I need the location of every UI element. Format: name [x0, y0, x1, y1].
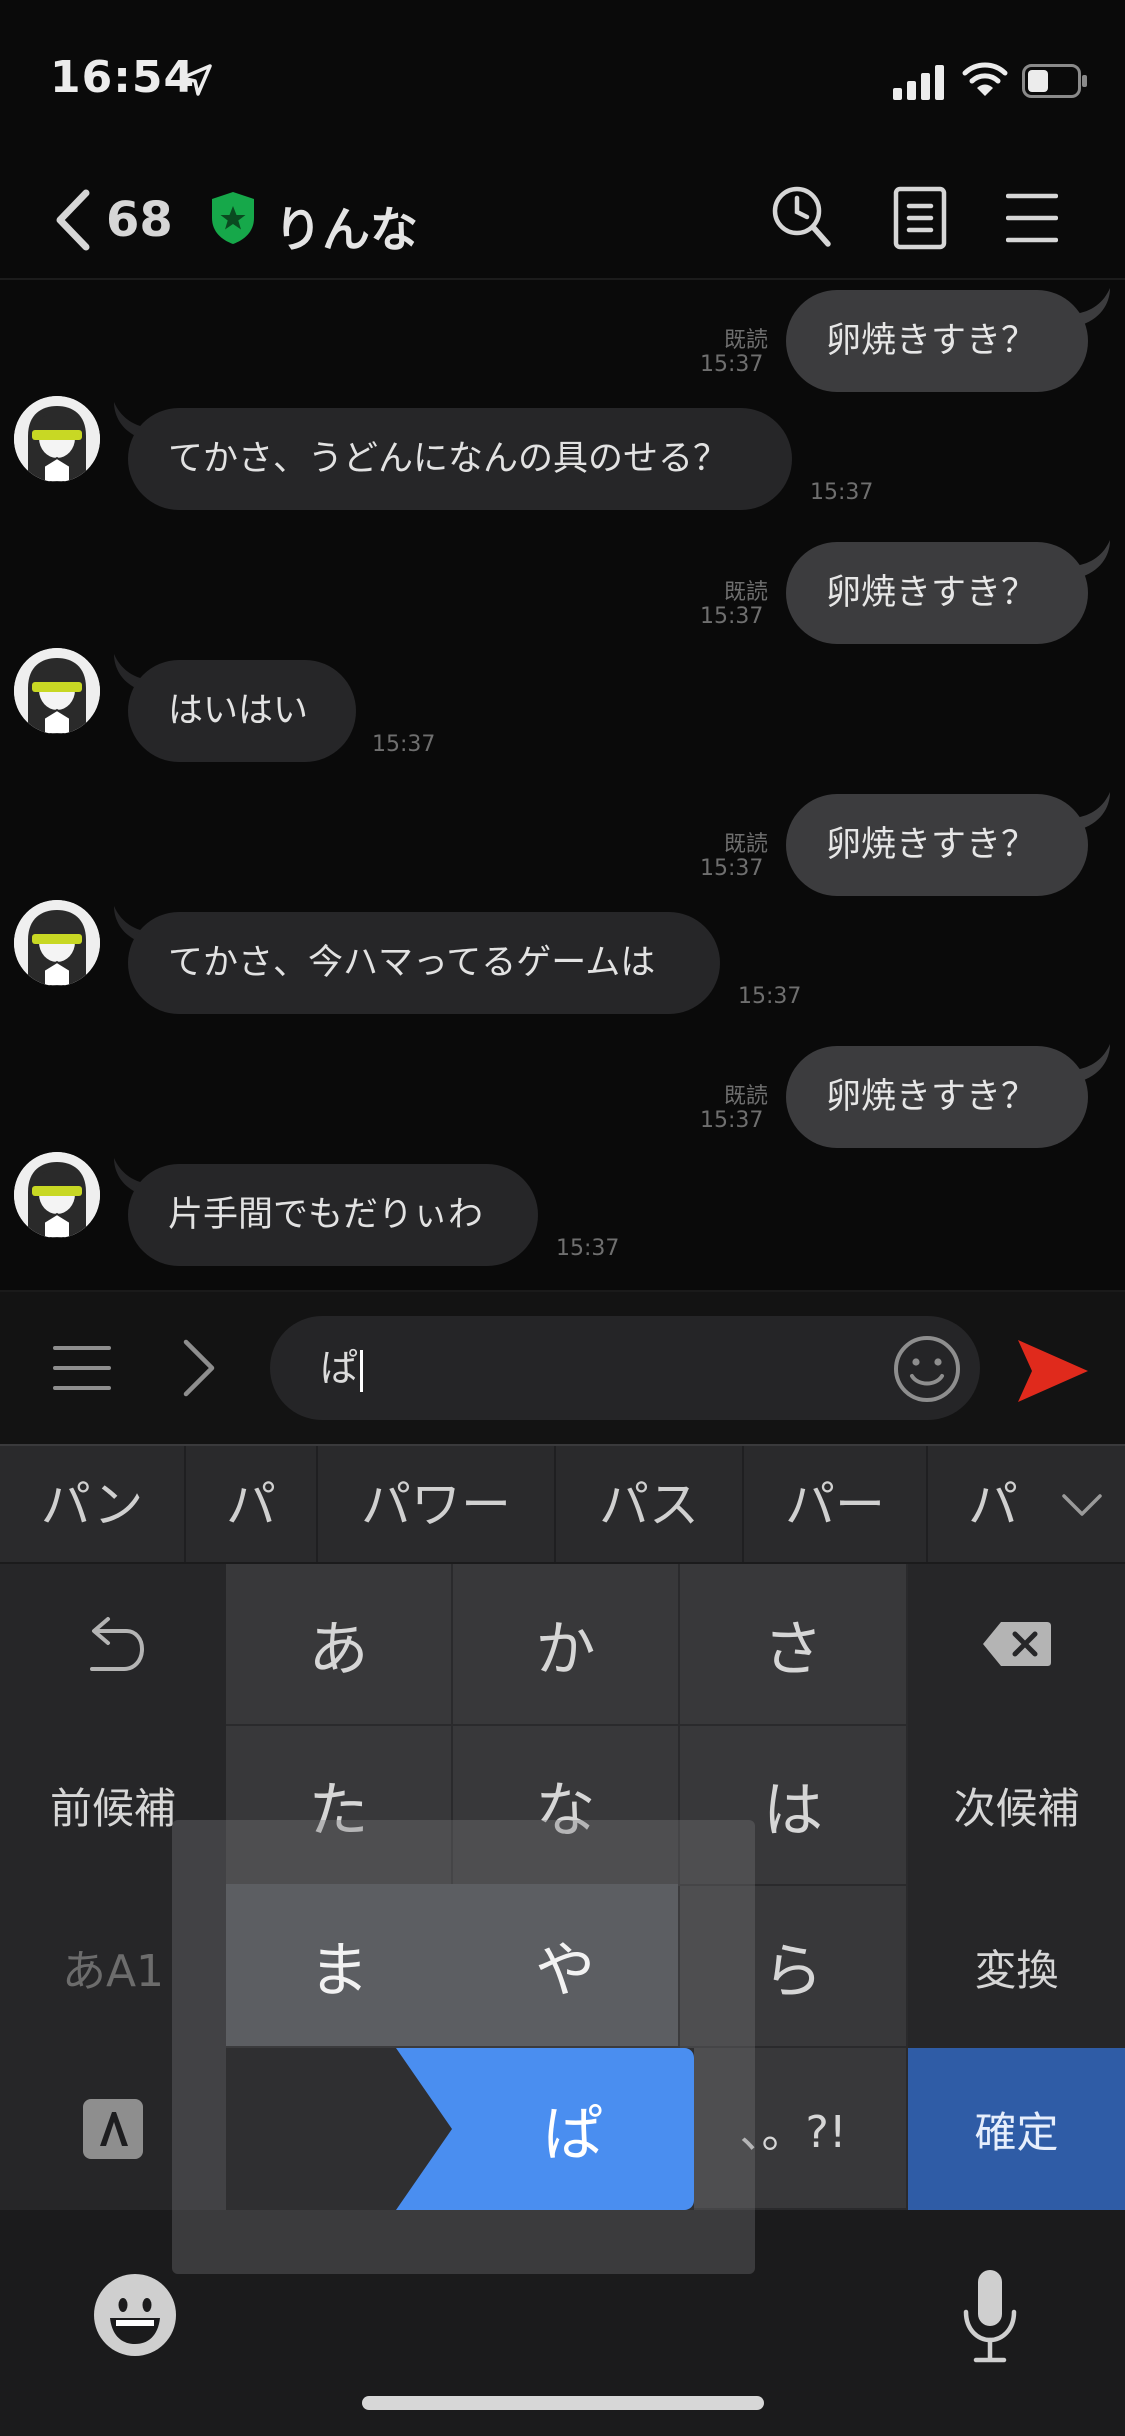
candidate-bar: パン パ パワー パス パー パ — [0, 1444, 1125, 1562]
backspace-key[interactable] — [908, 1564, 1125, 1724]
message-bubble[interactable]: 卵焼きすき？ — [786, 794, 1088, 896]
message-bubble[interactable]: てかさ、今ハマってるゲームは — [128, 912, 720, 1014]
next-candidate-key[interactable]: 次候補 — [908, 1724, 1125, 1886]
shield-star-icon — [212, 192, 254, 244]
message-bubble[interactable]: 片手間でもだりぃわ — [128, 1164, 538, 1266]
message-incoming: はいはい 15:37 — [0, 648, 1125, 782]
smiley-icon[interactable] — [892, 1334, 962, 1404]
candidate-item[interactable]: パワー — [318, 1446, 556, 1562]
avatar-image — [14, 648, 100, 734]
message-bubble[interactable]: 卵焼きすき？ — [786, 1046, 1088, 1148]
message-bubble[interactable]: 卵焼きすき？ — [786, 290, 1088, 392]
message-time: 15:37 — [700, 352, 764, 377]
message-incoming: 片手間でもだりぃわ 15:37 — [0, 1152, 1125, 1286]
message-time: 15:37 — [738, 984, 802, 1009]
bubble-tail — [1074, 288, 1110, 326]
notes-icon[interactable] — [893, 186, 947, 250]
message-outgoing: 既読 15:37 卵焼きすき？ — [0, 1038, 1125, 1148]
message-time: 15:37 — [700, 604, 764, 629]
unread-count: 68 — [106, 192, 173, 248]
read-receipt: 既読 — [723, 1084, 768, 1109]
search-history-icon[interactable] — [770, 184, 832, 250]
convert-key[interactable]: 変換 — [908, 1886, 1125, 2048]
message-bubble[interactable]: はいはい — [128, 660, 356, 762]
avatar-image — [14, 396, 100, 482]
read-receipt: 既読 — [723, 832, 768, 857]
read-receipt: 既読 — [723, 328, 768, 353]
candidate-item[interactable]: パン — [0, 1446, 186, 1562]
flick-selection[interactable]: ぱ — [396, 2048, 694, 2210]
message-input-text: ぱ — [320, 1316, 364, 1420]
message-time: 15:37 — [810, 480, 874, 505]
key-ma[interactable]: ま — [226, 1884, 452, 2046]
avatar[interactable] — [14, 900, 100, 986]
message-incoming: てかさ、うどんになんの具のせる？ 15:37 — [0, 396, 1125, 530]
undo-key[interactable] — [0, 1564, 226, 1724]
confirm-key[interactable]: 確定 — [908, 2048, 1125, 2210]
message-outgoing: 既読 15:37 卵焼きすき？ — [0, 786, 1125, 896]
avatar-image — [14, 900, 100, 986]
bubble-tail — [1074, 792, 1110, 830]
avatar[interactable] — [14, 648, 100, 734]
battery-icon — [1022, 64, 1087, 98]
key-a[interactable]: あ — [226, 1564, 453, 1726]
home-indicator[interactable] — [362, 2396, 764, 2410]
message-outgoing: 既読 15:37 卵焼きすき？ — [0, 282, 1125, 392]
message-input-value: ぱ — [320, 1346, 359, 1390]
send-icon[interactable] — [1016, 1336, 1090, 1406]
message-bubble[interactable]: 卵焼きすき？ — [786, 542, 1088, 644]
message-outgoing: 既読 15:37 卵焼きすき？ — [0, 534, 1125, 644]
candidate-item[interactable]: パ — [186, 1446, 318, 1562]
message-input[interactable]: ぱ — [270, 1316, 980, 1420]
candidate-item[interactable]: パス — [556, 1446, 744, 1562]
key-sa[interactable]: さ — [680, 1564, 908, 1726]
message-time: 15:37 — [700, 1108, 764, 1133]
chat-title: りんな — [274, 202, 419, 258]
message-list[interactable]: 既読 15:37 卵焼きすき？ てかさ、うどんになんの具のせる？ 15:37 既… — [0, 282, 1125, 1290]
location-arrow-icon — [180, 64, 212, 96]
message-composer: ぱ — [0, 1290, 1125, 1444]
message-incoming: てかさ、今ハマってるゲームは 15:37 — [0, 900, 1125, 1034]
key-ya[interactable]: や — [452, 1884, 678, 2046]
status-bar: 16:54 — [0, 0, 1125, 160]
text-caret — [360, 1349, 364, 1392]
avatar[interactable] — [14, 1152, 100, 1238]
input-mode-label: あA1 — [61, 1946, 165, 1997]
key-ka[interactable]: か — [453, 1564, 680, 1726]
chevron-right-icon[interactable] — [178, 1338, 218, 1398]
bubble-tail — [1074, 1044, 1110, 1082]
chevron-down-icon — [1062, 1494, 1102, 1516]
undo-icon — [90, 1617, 145, 1671]
avatar[interactable] — [14, 396, 100, 482]
toolbar-logo-icon — [83, 2099, 143, 2159]
bubble-tail — [1074, 540, 1110, 578]
read-receipt: 既読 — [723, 580, 768, 605]
message-bubble[interactable]: てかさ、うどんになんの具のせる？ — [128, 408, 792, 510]
candidate-item[interactable]: パー — [744, 1446, 928, 1562]
emoji-icon[interactable] — [92, 2272, 178, 2358]
chat-header: 68 りんな — [0, 160, 1125, 280]
flick-selected-char: ぱ — [543, 2099, 603, 2170]
back-button[interactable]: 68 — [52, 182, 173, 258]
hamburger-menu-icon[interactable] — [1006, 192, 1058, 244]
avatar-image — [14, 1152, 100, 1238]
back-chevron-icon — [56, 189, 90, 251]
message-time: 15:37 — [372, 732, 436, 757]
hamburger-menu-icon[interactable] — [52, 1342, 112, 1394]
wifi-icon — [962, 62, 1008, 96]
signal-icon — [893, 65, 944, 100]
status-time: 16:54 — [50, 52, 196, 103]
message-time: 15:37 — [700, 856, 764, 881]
message-time: 15:37 — [556, 1236, 620, 1261]
backspace-icon — [982, 1622, 1051, 1666]
candidate-expand-button[interactable] — [1038, 1446, 1125, 1562]
microphone-icon[interactable] — [960, 2268, 1020, 2364]
